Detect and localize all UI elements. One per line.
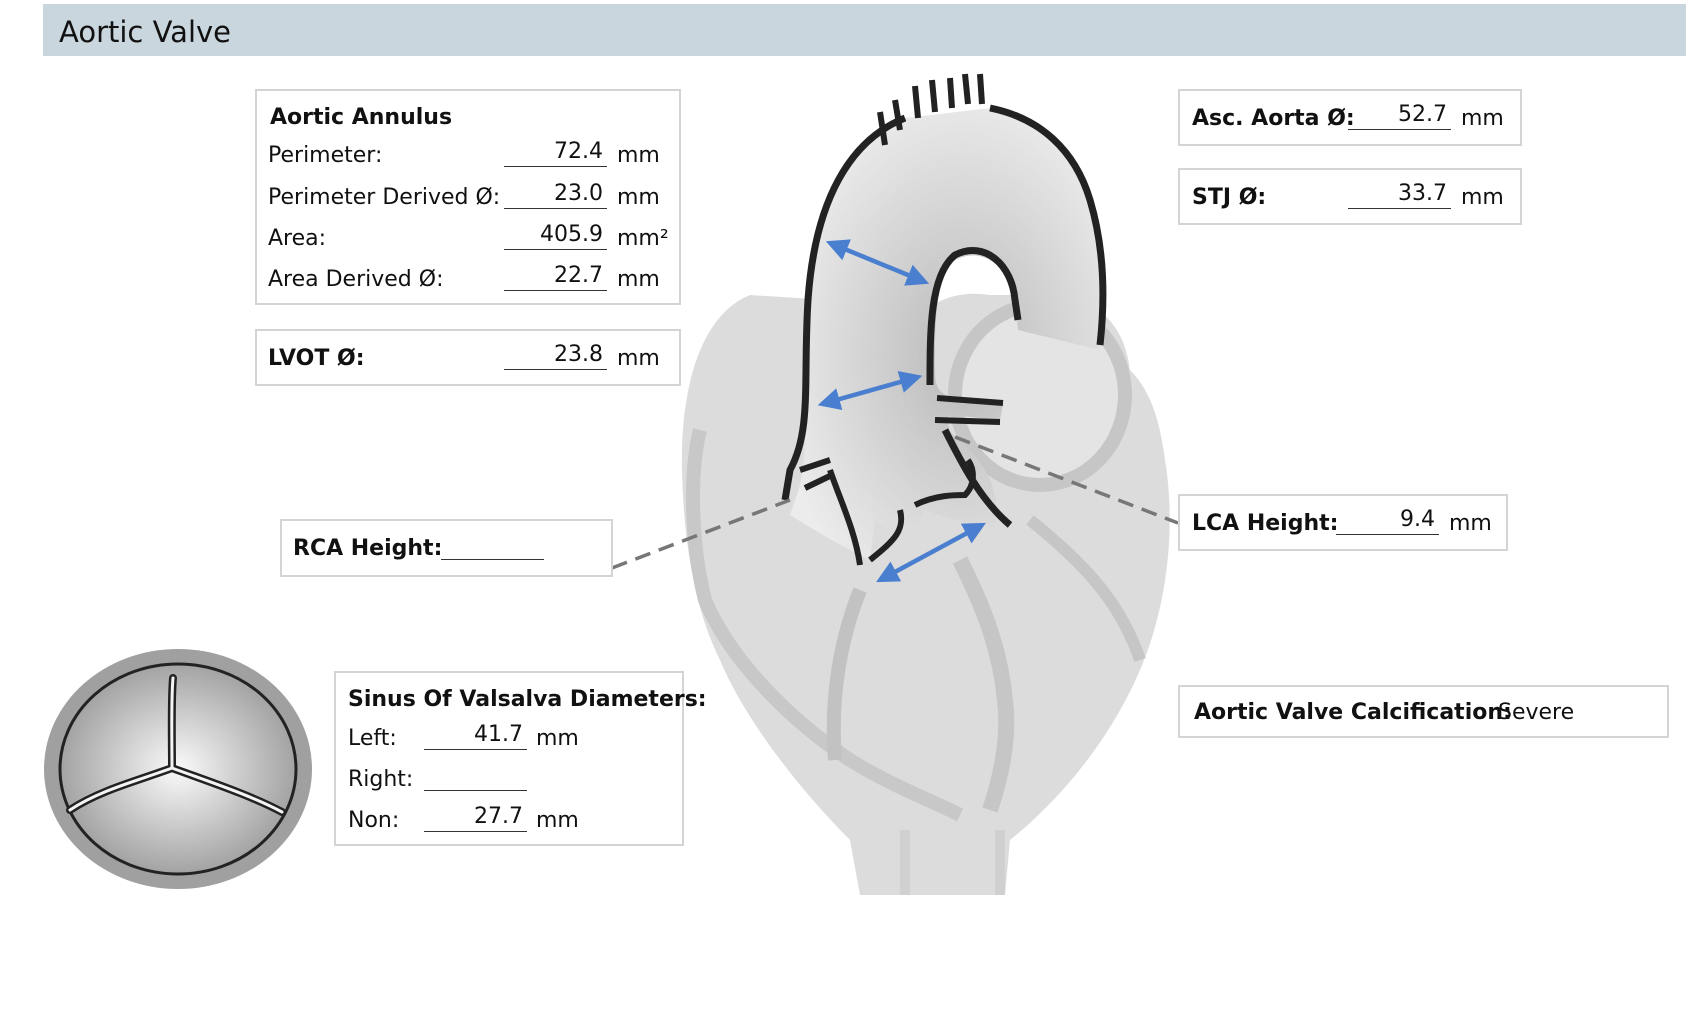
sinus-non-value-field[interactable]: 27.7 (424, 804, 527, 832)
sinus-title: Sinus Of Valsalva Diameters: (348, 687, 707, 712)
sinus-non-unit: mm (536, 808, 579, 833)
asc-aorta-panel: Asc. Aorta Ø: 52.7 mm (1178, 89, 1522, 146)
stj-label: STJ Ø: (1192, 185, 1267, 210)
lca-height-value-field[interactable]: 9.4 (1336, 507, 1439, 535)
perimeter-unit: mm (617, 143, 660, 168)
lca-height-panel: LCA Height: 9.4 mm (1178, 494, 1508, 551)
area-value-field[interactable]: 405.9 (504, 222, 607, 250)
perimeter-derived-value-field[interactable]: 23.0 (504, 181, 607, 209)
sinus-right-value-field[interactable] (424, 763, 527, 791)
asc-aorta-value-field[interactable]: 52.7 (1348, 102, 1451, 130)
sinus-left-label: Left: (348, 726, 397, 751)
area-label: Area: (268, 226, 327, 251)
calcification-panel: Aortic Valve Calcification: Severe (1178, 685, 1669, 738)
asc-aorta-label: Asc. Aorta Ø: (1192, 106, 1355, 131)
perimeter-derived-unit: mm (617, 185, 660, 210)
area-derived-value-field[interactable]: 22.7 (504, 263, 607, 291)
sinus-right-label: Right: (348, 767, 414, 792)
stj-unit: mm (1461, 185, 1504, 210)
lvot-value-field[interactable]: 23.8 (504, 342, 607, 370)
perimeter-derived-label: Perimeter Derived Ø: (268, 185, 501, 210)
aortic-valve-illustration (44, 649, 312, 889)
sinus-left-value-field[interactable]: 41.7 (424, 722, 527, 750)
aortic-annulus-panel: Aortic Annulus Perimeter: 72.4 mm Perime… (255, 89, 681, 305)
area-derived-unit: mm (617, 267, 660, 292)
perimeter-value-field[interactable]: 72.4 (504, 139, 607, 167)
stj-value-field[interactable]: 33.7 (1348, 181, 1451, 209)
lvot-unit: mm (617, 346, 660, 371)
calcification-label: Aortic Valve Calcification: (1194, 700, 1512, 725)
area-derived-label: Area Derived Ø: (268, 267, 444, 292)
sinus-left-unit: mm (536, 726, 579, 751)
calcification-value[interactable]: Severe (1498, 700, 1574, 725)
asc-aorta-unit: mm (1461, 106, 1504, 131)
lvot-label: LVOT Ø: (268, 346, 365, 371)
lca-height-unit: mm (1449, 511, 1492, 536)
sinus-of-valsalva-panel: Sinus Of Valsalva Diameters: Left: 41.7 … (334, 671, 707, 846)
lca-height-label: LCA Height: (1192, 511, 1339, 536)
perimeter-label: Perimeter: (268, 143, 383, 168)
stj-panel: STJ Ø: 33.7 mm (1178, 168, 1522, 225)
rca-height-label: RCA Height: (293, 536, 443, 561)
sinus-non-label: Non: (348, 808, 400, 833)
area-unit: mm² (617, 226, 669, 251)
rca-height-value-field[interactable] (441, 532, 544, 560)
lvot-panel: LVOT Ø: 23.8 mm (255, 329, 681, 386)
aortic-annulus-title: Aortic Annulus (270, 105, 453, 130)
rca-height-panel: RCA Height: (280, 519, 613, 577)
